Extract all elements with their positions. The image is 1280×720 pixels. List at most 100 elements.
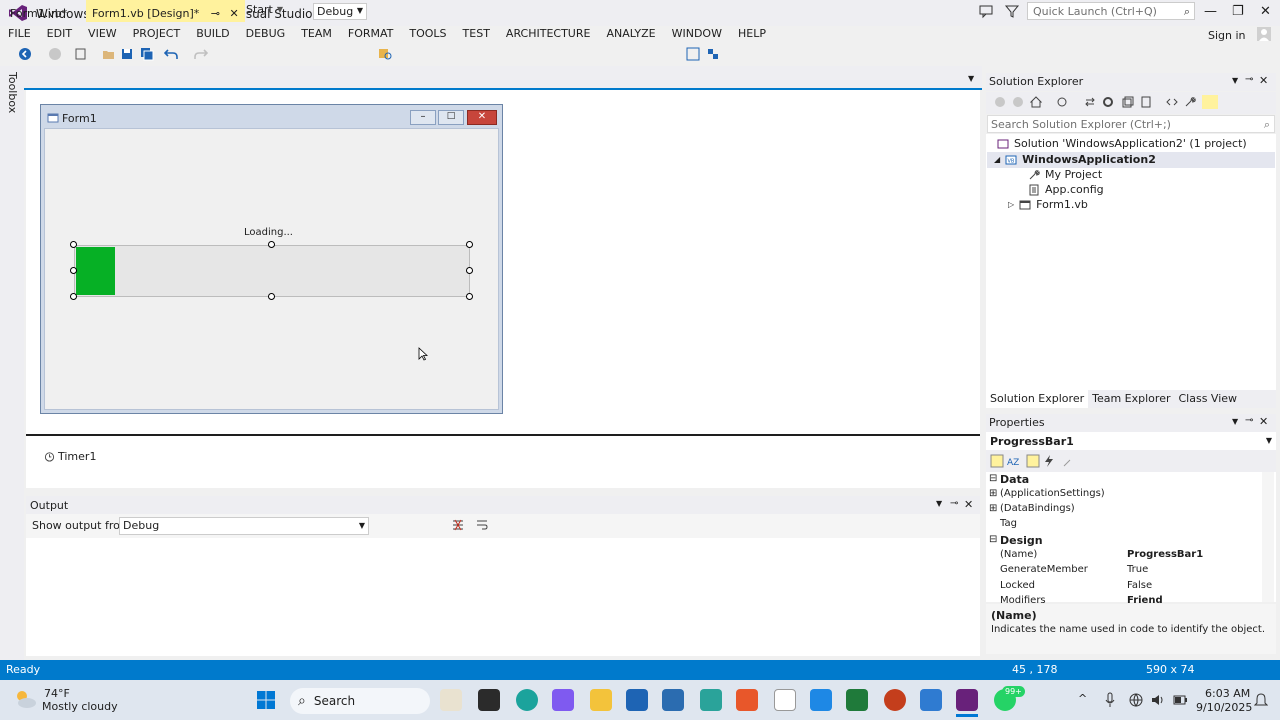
tree-item-my-project[interactable]: My Project: [1028, 168, 1102, 181]
home-icon[interactable]: [1030, 96, 1042, 108]
weather-description[interactable]: Mostly cloudy: [42, 700, 118, 713]
expanded-arrow-icon[interactable]: ◢: [994, 155, 1000, 164]
menu-view[interactable]: VIEW: [80, 26, 125, 44]
props-dropdown-icon[interactable]: ▼: [1232, 417, 1238, 426]
clear-all-icon[interactable]: [452, 519, 464, 531]
redo-icon[interactable]: [194, 47, 208, 61]
tab-form1-code[interactable]: Form1.vb*: [4, 0, 73, 22]
menu-analyze[interactable]: ANALYZE: [598, 26, 663, 44]
menu-project[interactable]: PROJECT: [125, 26, 189, 44]
app-icon[interactable]: [920, 689, 942, 711]
remote-desktop-icon[interactable]: [810, 689, 832, 711]
timer1-component[interactable]: Timer1: [44, 450, 96, 463]
sign-in-link[interactable]: Sign in: [1208, 29, 1246, 42]
visual-studio-taskbar-icon[interactable]: [956, 689, 978, 711]
tree-item-project[interactable]: ◢ VB WindowsApplication2: [994, 153, 1156, 166]
tab-order-icon[interactable]: [686, 47, 700, 61]
microphone-icon[interactable]: [1104, 692, 1116, 708]
powerpoint-icon[interactable]: [884, 689, 906, 711]
menu-test[interactable]: TEST: [455, 26, 498, 44]
properties-wrench-icon[interactable]: [1184, 96, 1196, 108]
save-all-icon[interactable]: [140, 47, 154, 61]
se-back-icon[interactable]: [994, 96, 1006, 108]
collapse-icon[interactable]: ⊟: [989, 534, 997, 545]
menu-debug[interactable]: DEBUG: [238, 26, 294, 44]
code-editor-icon[interactable]: [662, 689, 684, 711]
restore-button[interactable]: ❐: [1232, 4, 1244, 19]
se-close-icon[interactable]: ✕: [1259, 74, 1268, 87]
windows-start-icon[interactable]: [256, 690, 276, 710]
menu-help[interactable]: HELP: [730, 26, 774, 44]
copilot-icon[interactable]: [552, 689, 574, 711]
resize-handle-nw[interactable]: [70, 241, 77, 248]
network-globe-icon[interactable]: [1128, 692, 1144, 708]
resize-handle-w[interactable]: [70, 267, 77, 274]
open-file-icon[interactable]: [102, 47, 116, 61]
output-close-icon[interactable]: ✕: [964, 498, 973, 511]
se-dropdown-icon[interactable]: ▼: [1232, 76, 1238, 85]
menu-edit[interactable]: EDIT: [39, 26, 80, 44]
pending-changes-filter-icon[interactable]: [1056, 96, 1068, 108]
minimize-button[interactable]: —: [1204, 4, 1217, 19]
property-pages-icon[interactable]: [1062, 454, 1076, 468]
brave-browser-icon[interactable]: [736, 689, 758, 711]
loading-label[interactable]: Loading...: [244, 227, 293, 238]
document-icon[interactable]: [774, 689, 796, 711]
resize-handle-e[interactable]: [466, 267, 473, 274]
solution-configuration-dropdown[interactable]: Debug ▼: [313, 3, 367, 20]
spreadsheet-icon[interactable]: [846, 689, 868, 711]
category-data[interactable]: ⊟ Data: [986, 473, 1260, 488]
property-row[interactable]: Locked False: [986, 580, 1260, 595]
resize-handle-s[interactable]: [268, 293, 275, 300]
tab-overflow-icon[interactable]: ▼: [968, 74, 974, 83]
property-row[interactable]: ⊞ (ApplicationSettings): [986, 488, 1260, 503]
output-text-area[interactable]: [26, 538, 980, 656]
word-wrap-icon[interactable]: [476, 519, 488, 531]
categorized-icon[interactable]: [990, 454, 1004, 468]
widgets-icon[interactable]: [440, 689, 462, 711]
resize-handle-n[interactable]: [268, 241, 275, 248]
weather-icon[interactable]: [12, 688, 38, 710]
collapse-all-icon[interactable]: [1122, 96, 1134, 108]
show-hidden-icons-icon[interactable]: ^: [1078, 692, 1087, 705]
resize-handle-ne[interactable]: [466, 241, 473, 248]
tree-item-solution[interactable]: Solution 'WindowsApplication2' (1 projec…: [997, 137, 1247, 150]
notifications-bell-icon[interactable]: [1254, 692, 1268, 708]
clock-date[interactable]: 9/10/2025: [1196, 701, 1252, 714]
property-row[interactable]: Tag: [986, 518, 1260, 533]
se-pin-icon[interactable]: ⊸: [1245, 74, 1253, 85]
category-design[interactable]: ⊟ Design: [986, 534, 1260, 549]
se-forward-icon[interactable]: [1012, 96, 1024, 108]
forward-icon[interactable]: [48, 47, 62, 61]
menu-tools[interactable]: TOOLS: [401, 26, 454, 44]
output-dropdown-icon[interactable]: ▼: [936, 499, 942, 508]
menu-build[interactable]: BUILD: [188, 26, 237, 44]
progressbar1[interactable]: [74, 245, 470, 297]
preview-selected-items-icon[interactable]: [1202, 95, 1218, 109]
tab-form1-design[interactable]: Form1.vb [Design]* ⊸ ✕: [86, 0, 245, 22]
menu-window[interactable]: WINDOW: [664, 26, 730, 44]
events-lightning-icon[interactable]: [1042, 454, 1056, 468]
collapse-icon[interactable]: ⊟: [989, 473, 997, 484]
tab-class-view[interactable]: Class View: [1174, 390, 1241, 408]
properties-view-icon[interactable]: [1026, 454, 1040, 468]
taskbar-search[interactable]: ⌕ Search: [290, 688, 430, 714]
weather-temperature[interactable]: 74°F: [44, 687, 70, 700]
battery-icon[interactable]: [1172, 692, 1188, 708]
property-row[interactable]: ⊞ (DataBindings): [986, 503, 1260, 518]
menu-format[interactable]: FORMAT: [340, 26, 402, 44]
find-in-files-icon[interactable]: [378, 47, 392, 61]
properties-object-selector[interactable]: ProgressBar1 System.Windows.Forms.Progre…: [986, 432, 1276, 461]
save-icon[interactable]: [120, 47, 134, 61]
output-source-dropdown[interactable]: Debug ▼: [119, 517, 369, 535]
pin-icon[interactable]: ⊸: [211, 7, 220, 20]
account-icon[interactable]: [1256, 26, 1272, 42]
toolbox-tab[interactable]: Toolbox: [6, 72, 19, 113]
alphabetical-icon[interactable]: AZ: [1006, 454, 1020, 468]
filter-icon[interactable]: [1004, 3, 1020, 19]
props-close-icon[interactable]: ✕: [1259, 415, 1268, 428]
resize-handle-sw[interactable]: [70, 293, 77, 300]
quick-launch-input[interactable]: Quick Launch (Ctrl+Q) ⌕: [1027, 2, 1195, 20]
microsoft-store-icon[interactable]: [626, 689, 648, 711]
edge-browser-icon[interactable]: [516, 689, 538, 711]
